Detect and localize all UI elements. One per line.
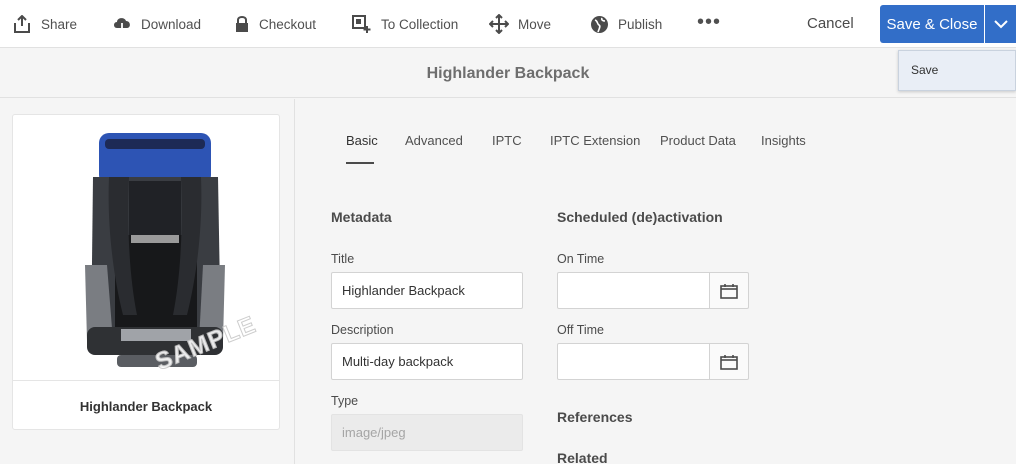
move-icon [489, 14, 509, 34]
title-field[interactable]: Highlander Backpack [331, 272, 523, 309]
top-toolbar: Share Download Checkout To Collection Mo… [0, 0, 1016, 48]
on-time-calendar-button[interactable] [710, 272, 749, 309]
description-label: Description [331, 323, 394, 337]
properties-panel: Basic Advanced IPTC IPTC Extension Produ… [296, 99, 1016, 464]
save-menu-item[interactable]: Save [911, 63, 938, 77]
scheduled-heading: Scheduled (de)activation [557, 209, 723, 225]
download-icon [114, 18, 130, 33]
off-time-label: Off Time [557, 323, 605, 337]
off-time-calendar-button[interactable] [710, 343, 749, 380]
publish-icon [591, 15, 608, 33]
checkout-icon [236, 16, 248, 32]
checkout-button[interactable]: Checkout [234, 0, 316, 48]
publish-button[interactable]: Publish [590, 0, 662, 48]
title-bar: Highlander Backpack [0, 49, 1016, 98]
download-label: Download [141, 16, 202, 32]
on-time-field[interactable] [557, 272, 710, 309]
related-heading: Related [557, 450, 608, 464]
active-tab-indicator [346, 162, 374, 164]
references-heading: References [557, 409, 633, 425]
tab-iptc[interactable]: IPTC [492, 133, 522, 148]
share-button[interactable]: Share [12, 0, 77, 48]
save-menu: Save [898, 50, 1016, 91]
share-label: Share [41, 16, 78, 32]
tab-insights[interactable]: Insights [761, 133, 806, 148]
metadata-heading: Metadata [331, 209, 392, 225]
asset-preview-panel: SAMPLE Highlander Backpack [0, 99, 295, 464]
type-field: image/jpeg [331, 414, 523, 451]
tab-advanced[interactable]: Advanced [405, 133, 463, 148]
cancel-button[interactable]: Cancel [807, 15, 854, 32]
asset-thumbnail: SAMPLE [13, 115, 279, 381]
calendar-icon [720, 354, 738, 370]
description-field[interactable]: Multi-day backpack [331, 343, 523, 380]
asset-card[interactable]: SAMPLE Highlander Backpack [12, 114, 280, 430]
download-button[interactable]: Download [112, 0, 201, 48]
chevron-down-icon [993, 20, 1008, 29]
off-time-field[interactable] [557, 343, 710, 380]
share-icon [14, 15, 30, 33]
save-options-toggle[interactable] [985, 5, 1016, 43]
move-button[interactable]: Move [489, 0, 551, 48]
publish-label: Publish [618, 16, 663, 32]
calendar-icon [720, 283, 738, 299]
on-time-label: On Time [557, 252, 605, 266]
move-label: Move [518, 16, 552, 32]
asset-card-label: Highlander Backpack [79, 399, 213, 414]
to-collection-button[interactable]: To Collection [352, 0, 458, 48]
tab-iptc-extension[interactable]: IPTC Extension [550, 133, 640, 148]
type-label: Type [331, 394, 359, 408]
title-label: Title [331, 252, 355, 266]
save-close-button[interactable]: Save & Close [880, 5, 984, 43]
collection-icon [352, 15, 371, 33]
tab-basic[interactable]: Basic [346, 133, 378, 148]
page-title: Highlander Backpack [426, 65, 590, 82]
tab-product-data[interactable]: Product Data [660, 133, 736, 148]
checkout-label: Checkout [259, 16, 317, 32]
to-collection-label: To Collection [381, 16, 459, 32]
more-icon[interactable]: ••• [697, 12, 721, 32]
